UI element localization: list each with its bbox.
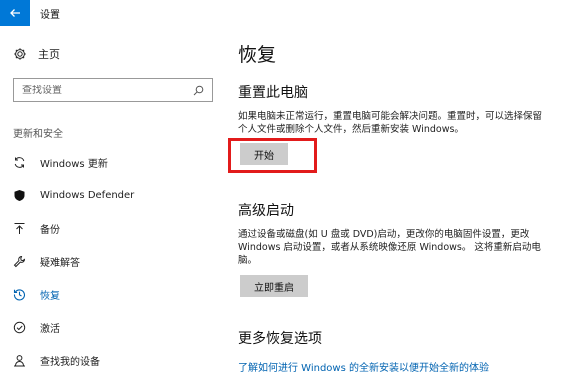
- check-circle-icon: [13, 321, 26, 334]
- search-icon: [193, 85, 204, 95]
- window-title: 设置: [40, 9, 60, 21]
- advanced-startup-description: 通过设备或磁盘(如 U 盘或 DVD)启动，更改你的电脑固件设置，更改 Wind…: [238, 229, 541, 266]
- gear-icon: [14, 48, 26, 60]
- advanced-startup-heading: 高级启动: [238, 203, 294, 219]
- reset-description: 如果电脑未正常运行，重置电脑可能会解决问题。重置时，可以选择保留个人文件或删除个…: [238, 111, 543, 135]
- home-label: 主页: [38, 48, 60, 61]
- sidebar-item-find-my-device[interactable]: 查找我的设备: [13, 344, 223, 377]
- sidebar: 主页 更新和安全 Windows 更新 Windows Defender 备份: [0, 26, 228, 380]
- section-label: 更新和安全: [13, 129, 63, 140]
- sidebar-item-label: 恢复: [40, 291, 60, 302]
- sync-icon: [13, 156, 26, 169]
- sidebar-item-label: 查找我的设备: [40, 357, 100, 368]
- restart-now-button[interactable]: 立即重启: [240, 275, 308, 297]
- sidebar-item-label: 备份: [40, 225, 60, 236]
- title-bar: 设置: [0, 0, 570, 26]
- search-box[interactable]: [13, 78, 213, 102]
- back-button[interactable]: [0, 0, 30, 26]
- sidebar-item-windows-update[interactable]: Windows 更新: [13, 146, 223, 179]
- main-content: 恢复 重置此电脑 如果电脑未正常运行，重置电脑可能会解决问题。重置时，可以选择保…: [238, 26, 560, 380]
- wrench-icon: [13, 255, 26, 268]
- arrow-left-icon: [10, 9, 20, 17]
- history-icon: [13, 288, 26, 301]
- sidebar-item-label: 疑难解答: [40, 258, 80, 269]
- more-recovery-heading: 更多恢复选项: [238, 331, 322, 347]
- home-nav-item[interactable]: 主页: [13, 46, 60, 62]
- sidebar-item-backup[interactable]: 备份: [13, 212, 223, 245]
- page-title: 恢复: [238, 44, 277, 66]
- highlight-box: [228, 138, 317, 173]
- sidebar-item-windows-defender[interactable]: Windows Defender: [13, 179, 223, 212]
- sidebar-item-label: 激活: [40, 324, 60, 335]
- upload-arrow-icon: [13, 222, 26, 235]
- shield-icon: [13, 189, 26, 202]
- search-input[interactable]: [22, 84, 193, 96]
- sidebar-item-troubleshoot[interactable]: 疑难解答: [13, 245, 223, 278]
- sidebar-item-label: Windows 更新: [40, 159, 108, 170]
- person-location-icon: [13, 354, 26, 367]
- sidebar-nav: Windows 更新 Windows Defender 备份 疑难解答 恢复 激…: [13, 146, 223, 377]
- fresh-install-link[interactable]: 了解如何进行 Windows 的全新安装以便开始全新的体验: [238, 359, 489, 374]
- sidebar-item-recovery[interactable]: 恢复: [13, 278, 223, 311]
- reset-heading: 重置此电脑: [238, 85, 308, 101]
- sidebar-item-label: Windows Defender: [40, 190, 135, 201]
- sidebar-item-activation[interactable]: 激活: [13, 311, 223, 344]
